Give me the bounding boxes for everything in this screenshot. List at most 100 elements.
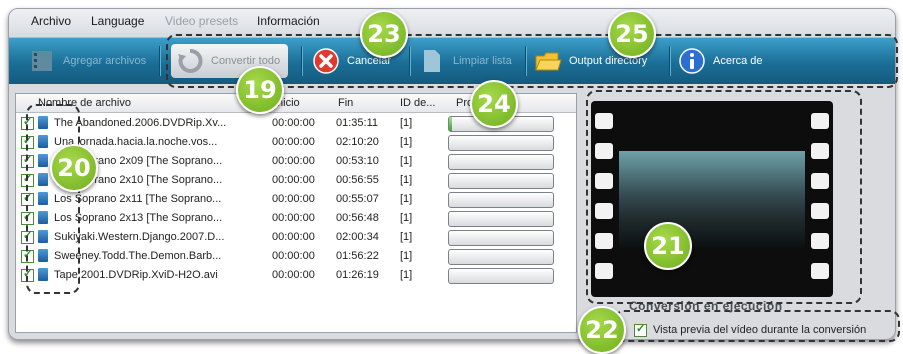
row-start: 00:00:00	[272, 212, 315, 224]
callout-23: 23	[360, 10, 408, 58]
video-preview-option[interactable]: Vista previa del vídeo durante la conver…	[634, 319, 867, 339]
preview-checkbox[interactable]	[634, 322, 647, 337]
menu-archivo[interactable]: Archivo	[31, 14, 71, 28]
row-id: [1]	[400, 231, 413, 243]
row-progress-bar	[448, 192, 554, 208]
conversion-status: Conversión en ejecución	[629, 299, 783, 313]
video-file-icon	[38, 192, 48, 205]
row-checkbox[interactable]	[21, 229, 34, 244]
preview-checkbox-label: Vista previa del vídeo durante la conver…	[653, 324, 867, 336]
callout-22: 22	[578, 306, 626, 354]
row-filename: Los Soprano 2x11 [The Soprano...	[54, 193, 222, 205]
row-start: 00:00:00	[272, 269, 315, 281]
row-progress-fill	[449, 117, 453, 131]
video-file-icon	[38, 268, 48, 281]
toolbar-separator	[669, 46, 671, 76]
toolbar-separator	[301, 46, 303, 76]
table-row[interactable]: Sukiyaki.Western.Django.2007.D... 00:00:0…	[16, 228, 576, 247]
add-files-button[interactable]: Agregar archivos	[27, 44, 146, 78]
column-header-id[interactable]: ID de...	[400, 97, 435, 109]
callout-21: 21	[644, 222, 692, 270]
row-filename: The Abandoned.2006.DVDRip.Xv...	[54, 117, 227, 129]
callout-24: 24	[470, 80, 518, 128]
row-progress-bar	[448, 135, 554, 151]
table-row[interactable]: Sweeney.Todd.The.Demon.Barb... 00:00:00 01…	[16, 247, 576, 266]
row-start: 00:00:00	[272, 231, 315, 243]
row-checkbox[interactable]	[21, 115, 34, 130]
menu-video-presets[interactable]: Video presets	[165, 14, 238, 28]
row-progress-bar	[448, 230, 554, 246]
callout-25: 25	[608, 10, 656, 58]
row-id: [1]	[400, 269, 413, 281]
row-id: [1]	[400, 174, 413, 186]
info-icon	[677, 46, 707, 76]
row-progress-bar	[448, 173, 554, 189]
row-checkbox[interactable]	[21, 191, 34, 206]
row-checkbox[interactable]	[21, 210, 34, 225]
table-row[interactable]: Tape.2001.DVDRip.XviD-H2O.avi 00:00:00 01:…	[16, 266, 576, 285]
row-start: 00:00:00	[272, 117, 315, 129]
row-end: 00:56:55	[336, 174, 379, 186]
row-filename: Sukiyaki.Western.Django.2007.D...	[54, 231, 225, 243]
video-preview	[591, 101, 833, 297]
video-file-icon	[38, 249, 48, 262]
column-header-name[interactable]: Nombre de archivo	[38, 97, 131, 109]
convert-all-label: Convertir todo	[211, 55, 281, 67]
row-progress-bar	[448, 268, 554, 284]
row-filename: Una jornada.hacia.la.noche.vos...	[54, 136, 218, 148]
column-header-end[interactable]: Fin	[338, 97, 353, 109]
table-row[interactable]: Los Soprano 2x11 [The Soprano... 00:00:00…	[16, 190, 576, 209]
video-file-icon	[38, 173, 48, 186]
row-checkbox[interactable]	[21, 172, 34, 187]
row-end: 01:35:11	[336, 117, 379, 129]
film-icon	[27, 46, 57, 76]
row-checkbox[interactable]	[21, 153, 34, 168]
row-progress-bar	[448, 154, 554, 170]
row-progress-bar	[448, 211, 554, 227]
row-start: 00:00:00	[272, 193, 315, 205]
video-file-icon	[38, 211, 48, 224]
menu-language[interactable]: Language	[91, 14, 144, 28]
film-strip-right	[811, 109, 829, 289]
table-row[interactable]: Los Soprano 2x09 [The Soprano...00:00:00…	[16, 152, 576, 171]
row-start: 00:00:00	[272, 250, 315, 262]
row-id: [1]	[400, 117, 413, 129]
row-id: [1]	[400, 212, 413, 224]
row-filename: Los Soprano 2x13 [The Soprano...	[54, 212, 223, 224]
row-filename: Sweeney.Todd.The.Demon.Barb...	[54, 250, 222, 262]
menu-bar: Archivo Language Video presets Informaci…	[9, 9, 895, 33]
toolbar-separator	[525, 46, 527, 76]
row-end: 02:10:20	[336, 136, 379, 148]
video-file-icon	[38, 230, 48, 243]
row-progress-bar	[448, 249, 554, 265]
add-files-label: Agregar archivos	[63, 55, 147, 67]
row-end: 02:00:34	[336, 231, 379, 243]
row-filename: Tape.2001.DVDRip.XviD-H2O.avi	[54, 269, 218, 281]
clear-list-label: Limpiar lista	[453, 55, 512, 67]
row-end: 00:56:48	[336, 212, 379, 224]
row-end: 00:53:10	[336, 155, 379, 167]
table-row[interactable]: Los Soprano 2x10 [The Soprano...00:00:00…	[16, 171, 576, 190]
app-window: Archivo Language Video presets Informaci…	[8, 8, 896, 340]
row-end: 01:56:22	[336, 250, 379, 262]
about-button[interactable]: Acerca de	[677, 44, 763, 78]
callout-19: 19	[236, 66, 284, 114]
row-checkbox[interactable]	[21, 134, 34, 149]
row-id: [1]	[400, 155, 413, 167]
row-checkbox[interactable]	[21, 248, 34, 263]
row-checkbox[interactable]	[21, 267, 34, 282]
table-row[interactable]: Los Soprano 2x13 [The Soprano... 00:00:00…	[16, 209, 576, 228]
file-list[interactable]: Nombre de archivo Inicio Fin ID de... Pr…	[15, 93, 577, 333]
toolbar-separator	[409, 46, 411, 76]
row-id: [1]	[400, 193, 413, 205]
row-end: 00:55:07	[336, 193, 379, 205]
row-id: [1]	[400, 250, 413, 262]
clear-list-button[interactable]: Limpiar lista	[417, 44, 512, 78]
toolbar-separator	[159, 46, 161, 76]
folder-icon	[533, 46, 563, 76]
table-row[interactable]: Una jornada.hacia.la.noche.vos... 00:00:0…	[16, 133, 576, 152]
document-icon	[417, 46, 447, 76]
menu-informacion[interactable]: Información	[257, 14, 320, 28]
toolbar: Agregar archivos Convertir todo Cancelar…	[9, 37, 895, 84]
film-strip-left	[595, 109, 613, 289]
